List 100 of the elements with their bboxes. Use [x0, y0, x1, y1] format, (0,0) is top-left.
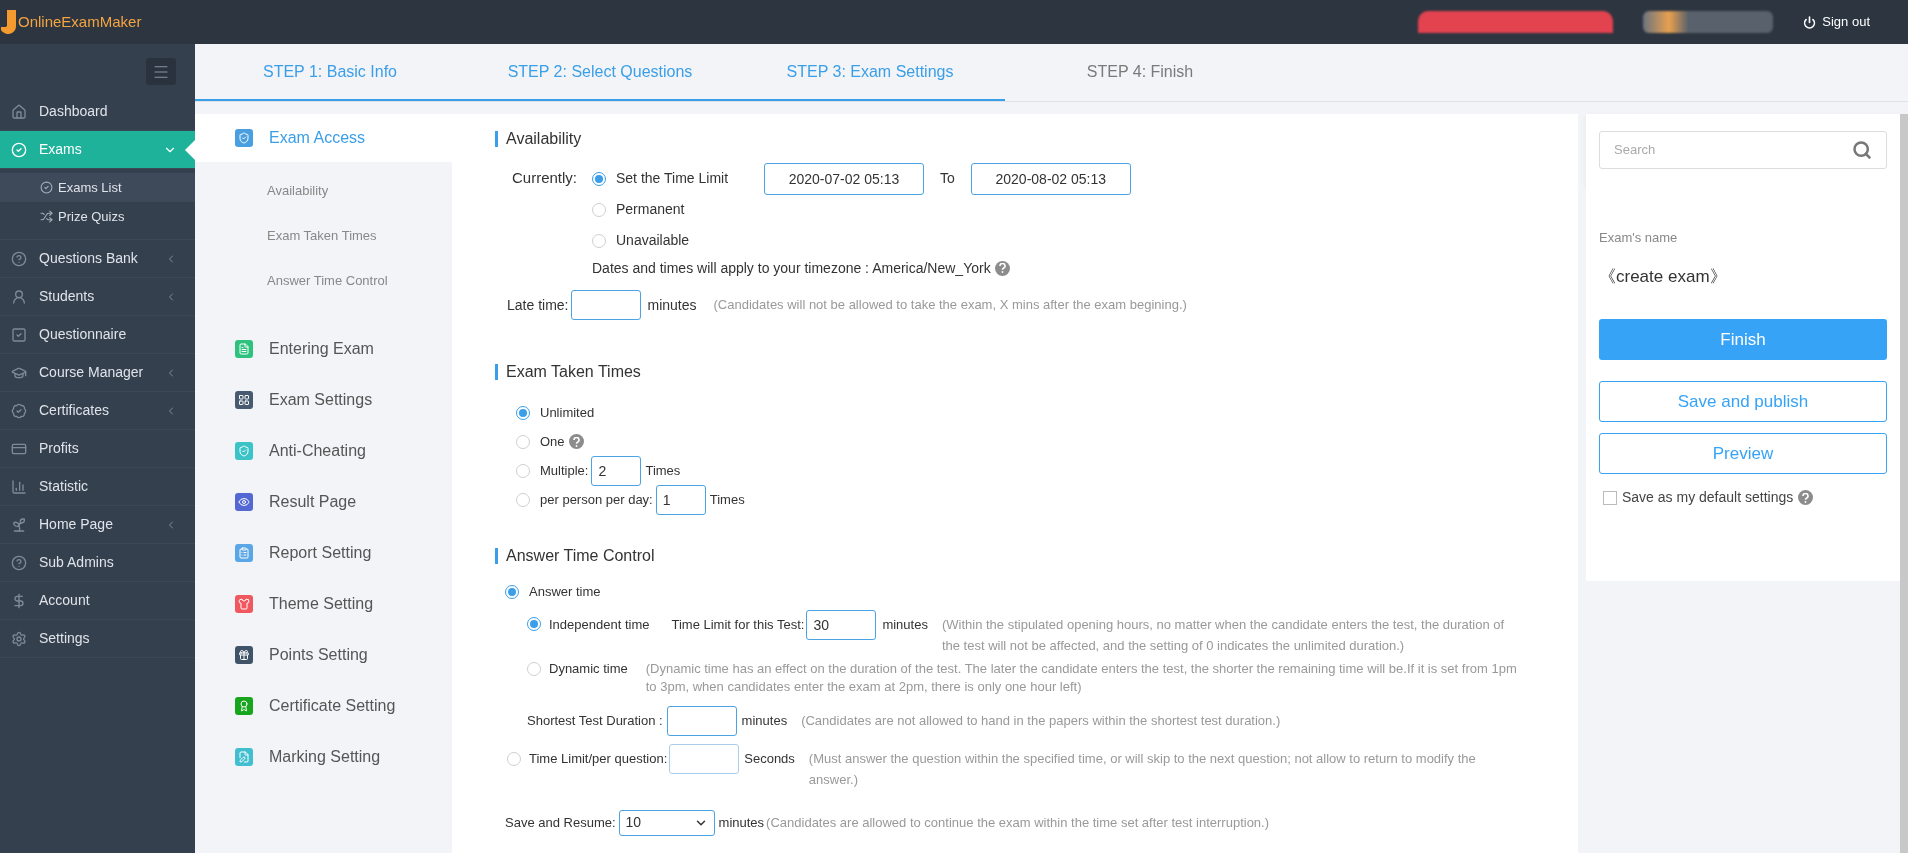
home-icon	[11, 103, 27, 120]
help-icon	[11, 250, 27, 267]
radio-button[interactable]	[516, 492, 530, 507]
field-label: Save and Resume:	[505, 813, 616, 832]
unit-label: Times	[709, 490, 745, 509]
checkbox[interactable]	[1603, 490, 1617, 505]
scrollbar[interactable]	[1900, 114, 1908, 853]
step-tab[interactable]: STEP 4: Finish	[1005, 44, 1275, 101]
radio-label: Answer time	[529, 583, 601, 601]
unit-label: minutes	[741, 711, 788, 730]
radio-button[interactable]	[516, 405, 530, 420]
sidebar-item[interactable]: Home Page	[0, 506, 195, 544]
radio-button[interactable]	[592, 202, 606, 217]
minutes-dropdown[interactable]: 10	[618, 809, 715, 836]
check-circle-icon	[40, 181, 53, 194]
settings-menu-item[interactable]: Theme Setting	[195, 580, 452, 628]
field-label: Shortest Test Duration :	[527, 711, 663, 730]
badge-icon	[11, 402, 27, 419]
sidebar-item[interactable]: Statistic	[0, 468, 195, 506]
late-time-field[interactable]	[571, 290, 642, 320]
sidebar-subitem[interactable]: Exams List	[0, 173, 195, 202]
unit-label: Times	[645, 461, 681, 480]
sidebar-subitem[interactable]: Prize Quizs	[0, 202, 195, 231]
settings-menu-item[interactable]: Entering Exam	[195, 325, 452, 373]
radio-button[interactable]	[505, 584, 519, 599]
hint-text: (Candidates will not be allowed to take the exam, X mins after the exam begining.)	[713, 296, 1187, 315]
time-limit-field[interactable]: 30	[806, 609, 877, 640]
exam-name: 《create exam》	[1599, 265, 1728, 288]
power-icon	[1803, 15, 1817, 29]
sign-out-button[interactable]: Sign out	[1803, 12, 1870, 32]
bar-chart-icon	[11, 478, 27, 495]
help-icon[interactable]	[994, 260, 1010, 276]
sidebar-item[interactable]: Profits	[0, 430, 195, 468]
seconds-field[interactable]	[669, 743, 740, 774]
shuffle-icon	[40, 210, 53, 223]
sidebar-item[interactable]: Sub Admins	[0, 544, 195, 582]
settings-menu-item[interactable]: Report Setting	[195, 529, 452, 577]
help-icon[interactable]	[1798, 490, 1814, 505]
radio-label: Dynamic time	[549, 659, 628, 678]
sidebar-item[interactable]: Questions Bank	[0, 240, 195, 278]
unit-label: minutes	[647, 295, 697, 315]
radio-button[interactable]	[592, 171, 606, 186]
radio-button[interactable]	[516, 434, 530, 449]
field-label: Exam's name	[1599, 229, 1679, 247]
hint-text: (Within the stipulated opening hours, no matter when the candidate enters the test, the duration of the test will not be affected, and the setting of 0 indicates the unlimited duration.)	[941, 615, 1506, 655]
checkbox-label: Save as my default settings	[1622, 488, 1794, 507]
times-field[interactable]: 2	[591, 455, 642, 486]
radio-button[interactable]	[592, 233, 606, 248]
radio-label: One	[540, 432, 565, 451]
radio-button[interactable]	[507, 751, 521, 766]
start-date-field[interactable]: 2020-07-02 05:13	[764, 162, 924, 195]
help-icon[interactable]	[568, 434, 584, 449]
times-field[interactable]: 1	[655, 484, 706, 515]
settings-menu-item[interactable]: Marking Setting	[195, 733, 452, 781]
dollar-icon	[11, 592, 27, 609]
radio-button[interactable]	[527, 661, 541, 676]
sidebar-item[interactable]: Account	[0, 582, 195, 620]
sidebar-item[interactable]: Students	[0, 278, 195, 316]
sidebar-item[interactable]: Certificates	[0, 392, 195, 430]
field-label: Time Limit for this Test:	[671, 615, 805, 634]
section-heading: Answer Time Control	[506, 546, 655, 566]
logo-text: OnlineExamMaker	[18, 11, 142, 32]
logo-icon	[1, 10, 17, 34]
timezone-note: Dates and times will apply to your timezone : America/New_York	[592, 258, 991, 278]
settings-menu-item[interactable]: Points Setting	[195, 631, 452, 679]
settings-menu-item[interactable]: Exam Settings	[195, 376, 452, 424]
menu-toggle-button[interactable]	[146, 58, 176, 85]
radio-label: Unavailable	[616, 231, 691, 250]
radio-label: Unlimited	[540, 403, 595, 422]
search-box[interactable]: Search	[1599, 131, 1887, 169]
search-field[interactable]: Search	[1614, 140, 1852, 160]
radio-label: Independent time	[549, 615, 650, 634]
plant-icon	[11, 516, 27, 533]
section-heading: Availability	[506, 129, 582, 149]
settings-menu-item[interactable]: Certificate Setting	[195, 682, 452, 730]
sidebar-item[interactable]: Questionnaire	[0, 316, 195, 354]
help-icon	[11, 554, 27, 571]
user-icon	[11, 288, 27, 305]
field-label: Late time:	[507, 295, 569, 315]
range-separator: To	[940, 169, 955, 188]
search-icon[interactable]	[1852, 140, 1872, 160]
hint-text: (Candidates are not allowed to hand in the papers within the shortest test duration.)	[801, 711, 1281, 730]
sidebar-item[interactable]: Course Manager	[0, 354, 195, 392]
radio-button[interactable]	[527, 616, 541, 631]
radio-label: Set the Time Limit	[616, 169, 730, 188]
duration-field[interactable]	[666, 705, 737, 736]
unit-label: minutes	[882, 615, 928, 634]
end-date-field[interactable]: 2020-08-02 05:13	[970, 162, 1131, 195]
radio-label: Permanent	[616, 200, 686, 219]
radio-label: Multiple:	[540, 461, 589, 480]
hint-text: (Candidates are allowed to continue the exam within the time set after test interruption.)	[766, 813, 1270, 832]
settings-menu-item[interactable]: Anti-Cheating	[195, 427, 452, 475]
hint-text: (Dynamic time has an effect on the duration of the test. The later the candidate enters the test, the shorter the remaining time will be.If it is set from 1pm to 3pm, when candidates enter the exam at 2pm, there is only one hour left)	[645, 659, 1518, 696]
sidebar-item[interactable]: Settings	[0, 620, 195, 658]
checkbox-icon	[11, 326, 27, 343]
settings-menu-item[interactable]: Result Page	[195, 478, 452, 526]
radio-button[interactable]	[516, 463, 530, 478]
unit-label: Seconds	[744, 749, 795, 768]
hint-text: (Must answer the question within the specified time, or will skip to the next question; not allow to return to modify the answer.)	[808, 749, 1477, 789]
section-heading: Exam Taken Times	[506, 362, 641, 382]
